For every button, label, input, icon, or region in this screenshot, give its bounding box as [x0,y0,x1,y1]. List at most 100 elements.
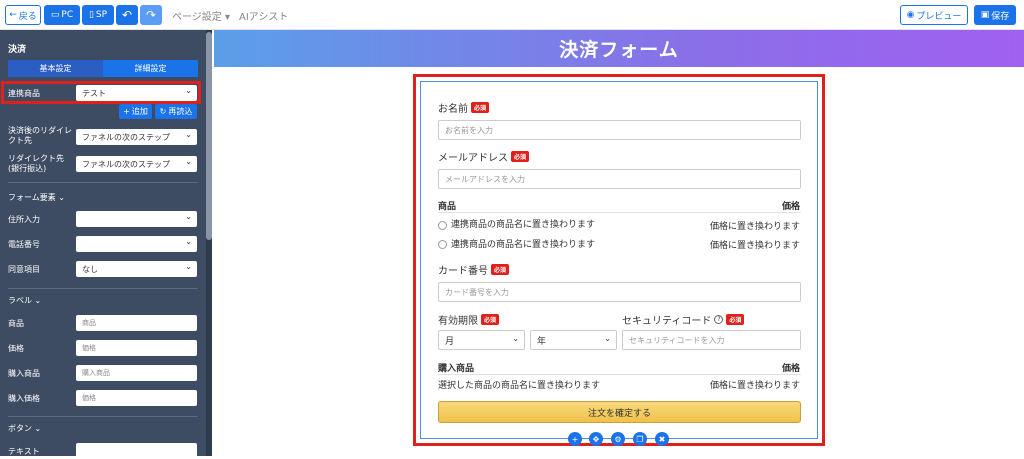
required-badge: 必須 [491,264,510,275]
plus-icon: + [123,107,130,116]
preview-button[interactable]: ◉ プレビュー [900,5,968,25]
pc-view-button[interactable]: ▭ PC [44,5,80,25]
card-number-input[interactable]: カード番号を入力 [438,282,801,302]
phone-number-select[interactable]: ⌄ [76,236,197,252]
form-header-banner: 決済フォーム [214,30,1024,67]
monitor-icon: ▭ [50,10,60,20]
label-product-label: 商品 [8,319,24,328]
back-button[interactable]: ← 戻る [5,5,41,25]
page-settings-menu[interactable]: ページ設定 ▾ [172,8,230,23]
add-button[interactable]: + 追加 [119,104,152,119]
payment-form[interactable]: お名前 必須 お名前を入力 メールアドレス 必須 メールアドレスを入力 商品 価格 … [420,81,818,439]
expiry-year-select[interactable]: 年 ⌄ [530,330,617,350]
chevron-down-icon: ⌄ [185,237,192,246]
move-icon: ✥ [592,434,600,444]
redirect-after-payment-label: 決済後のリダイレクト先 [8,126,72,145]
refresh-icon: ↻ [159,107,167,116]
product-name: 連携商品の商品名に置き換わります [451,220,596,230]
redo-icon: ↷ [145,8,157,22]
product-price: 価格に置き換わります [709,241,800,251]
linked-product-label: 連携商品 [8,89,40,98]
element-settings-button[interactable]: ⚙ [611,432,625,446]
label-product-input[interactable]: 商品 [76,315,197,331]
save-button[interactable]: ▣ 保存 [974,5,1016,25]
card-number-label: カード番号 必須 [438,262,510,277]
sp-view-button[interactable]: ▯ SP [82,5,114,25]
product-radio[interactable] [438,221,447,230]
smartphone-icon: ▯ [88,10,94,20]
settings-icon: ⚙ [614,434,622,444]
delete-element-button[interactable]: ✖ [655,432,669,446]
button-text-input[interactable] [76,443,197,459]
sidebar-section-title: 決済 [8,45,27,55]
confirm-order-button[interactable]: 注文を確定する [438,401,801,423]
purchase-price-header: 価格 [781,364,800,374]
reload-button[interactable]: ↻ 再読込 [155,104,197,119]
scrollbar-thumb[interactable] [206,32,212,240]
expiry-month-select[interactable]: 月 ⌄ [438,330,525,350]
redirect-bank-label: リダイレクト先(銀行振込) [8,154,64,173]
top-toolbar: ← 戻る ▭ PC ▯ SP ↶ ↷ ページ設定 ▾ AIアシスト ◉ プレビュー ▣ 保… [0,0,1024,30]
eye-icon: ◉ [906,10,915,20]
name-input[interactable]: お名前を入力 [438,120,801,140]
label-price-input[interactable]: 価格 [76,340,197,356]
required-badge: 必須 [481,314,500,325]
divider [8,416,198,417]
add-element-button[interactable]: + [568,432,582,446]
chevron-down-icon: ⌄ [604,334,611,343]
form-elements-toggle[interactable]: フォーム要素 ⌄ [8,192,65,203]
tab-advanced-settings[interactable]: 詳細設定 [103,60,198,77]
purchase-product-header: 購入商品 [438,364,475,374]
label-purchase-price-label: 購入価格 [8,394,40,403]
tab-basic-settings[interactable]: 基本設定 [8,60,103,77]
linked-product-select[interactable]: テスト ⌄ [76,85,197,101]
copy-icon: ❐ [636,434,644,444]
divider [8,288,198,289]
product-price: 価格に置き換わります [709,222,800,232]
chevron-down-icon: ⌄ [185,157,192,166]
redo-button[interactable]: ↷ [140,5,162,25]
product-radio[interactable] [438,240,447,249]
divider [8,182,198,183]
price-column-header: 価格 [781,202,800,212]
copy-element-button[interactable]: ❐ [633,432,647,446]
chevron-down-icon: ⌄ [32,424,42,433]
chevron-down-icon: ⌄ [185,262,192,271]
label-purchase-price-input[interactable]: 価格 [76,390,197,406]
arrow-left-icon: ← [9,10,17,20]
required-badge: 必須 [726,314,745,325]
labels-toggle[interactable]: ラベル ⌄ [8,295,41,306]
button-section-toggle[interactable]: ボタン ⌄ [8,423,41,434]
required-badge: 必須 [471,102,490,113]
chevron-down-icon: ⌄ [185,212,192,221]
purchase-product-price: 価格に置き換わります [709,381,800,391]
label-purchase-product-label: 購入商品 [8,369,40,378]
chevron-down-icon: ⌄ [55,193,66,202]
address-input-label: 住所入力 [8,215,40,224]
expiry-label: 有効期限 必須 [438,312,500,327]
label-price-label: 価格 [8,344,24,353]
save-icon: ▣ [980,10,990,20]
label-purchase-product-input[interactable]: 購入商品 [76,365,197,381]
address-input-select[interactable]: ⌄ [76,211,197,227]
caret-down-icon: ▾ [221,12,231,23]
chevron-down-icon: ⌄ [512,334,519,343]
security-code-input[interactable]: セキュリティコードを入力 [622,330,801,350]
sidebar-scrollbar[interactable] [206,30,212,456]
redirect-bank-select[interactable]: ファネルの次のステップ ⌄ [76,156,197,172]
required-badge: 必須 [511,151,530,162]
undo-button[interactable]: ↶ [116,5,138,25]
consent-item-label: 同意項目 [8,265,40,274]
divider [438,212,801,213]
redirect-after-payment-select[interactable]: ファネルの次のステップ ⌄ [76,129,197,145]
product-column-header: 商品 [438,202,457,212]
page-title: 決済フォーム [559,39,679,61]
ai-assist-menu[interactable]: AIアシスト [239,8,288,23]
phone-number-label: 電話番号 [8,240,40,249]
help-icon[interactable]: ? [714,315,724,324]
chevron-down-icon: ⌄ [32,296,42,305]
consent-item-select[interactable]: なし ⌄ [76,261,197,277]
move-element-button[interactable]: ✥ [589,432,603,446]
email-label: メールアドレス 必須 [438,149,530,164]
email-input[interactable]: メールアドレスを入力 [438,169,801,189]
